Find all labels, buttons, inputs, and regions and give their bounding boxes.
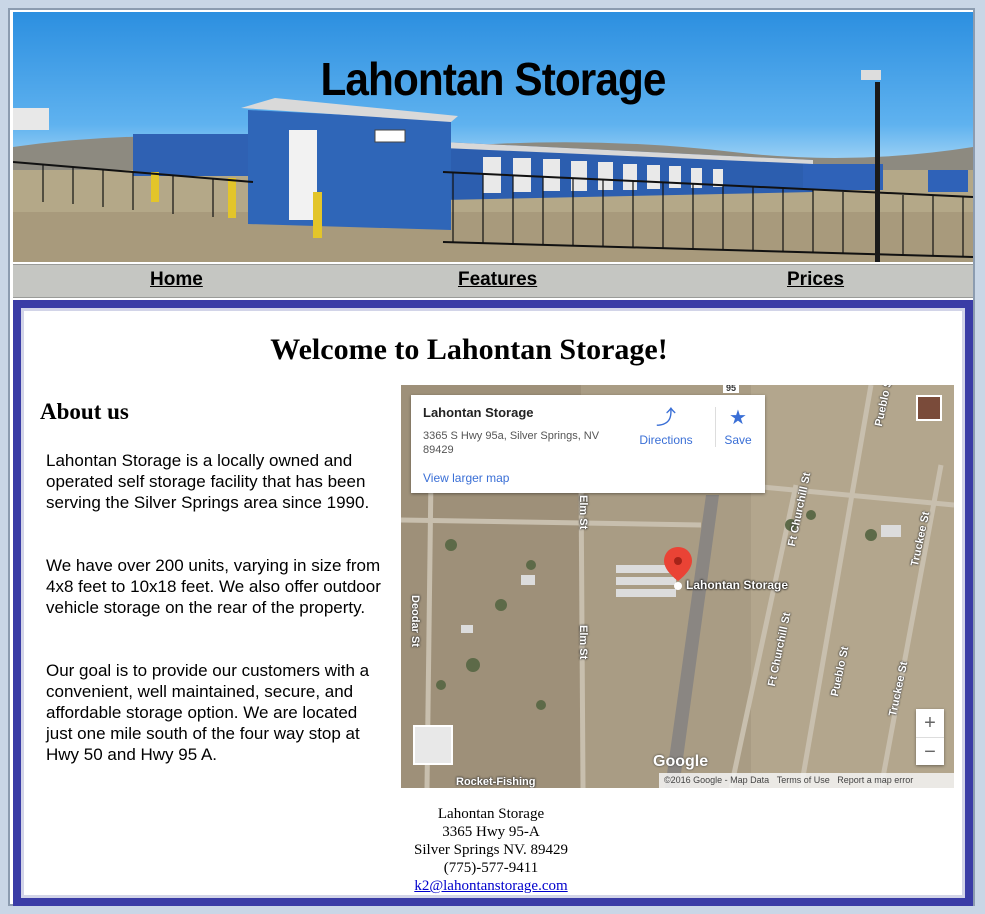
- map-place-title: Lahontan Storage: [423, 405, 534, 420]
- zoom-out-button[interactable]: −: [916, 737, 944, 766]
- map-pin-label[interactable]: Lahontan Storage: [686, 578, 788, 592]
- embedded-map[interactable]: Lahontan Storage 3365 S Hwy 95a, Silver …: [401, 385, 954, 788]
- map-footer: ©2016 Google - Map Data Terms of Use Rep…: [659, 773, 954, 788]
- photo-thumbnail[interactable]: [916, 395, 942, 421]
- contact-email-link[interactable]: k2@lahontanstorage.com: [414, 878, 567, 894]
- about-paragraph-3: Our goal is to provide our customers wit…: [46, 661, 370, 764]
- site-title: Lahontan Storage: [320, 53, 666, 105]
- directions-label: Directions: [639, 433, 693, 447]
- contact-address: Lahontan Storage 3365 Hwy 95-A Silver Sp…: [24, 805, 958, 895]
- nav-prices-link[interactable]: Prices: [787, 269, 844, 291]
- contact-phone: (775)-577-9411: [443, 860, 539, 876]
- street-label: Elm St: [577, 495, 589, 530]
- about-paragraph-1: Lahontan Storage is a locally owned and …: [46, 451, 370, 512]
- welcome-heading: Welcome to Lahontan Storage!: [270, 333, 668, 366]
- contact-name: Lahontan Storage: [437, 806, 545, 822]
- street-view-pegman-icon[interactable]: [413, 725, 453, 765]
- map-copyright: ©2016 Google - Map Data: [664, 775, 770, 785]
- nav-features-link[interactable]: Features: [458, 269, 537, 291]
- map-place-address: 3365 S Hwy 95a, Silver Springs, NV 89429: [423, 430, 600, 456]
- view-larger-map-link[interactable]: View larger map: [423, 471, 509, 485]
- zoom-control: + −: [916, 709, 944, 765]
- map-info-card: Lahontan Storage 3365 S Hwy 95a, Silver …: [411, 395, 765, 493]
- save-label: Save: [724, 433, 752, 447]
- content-frame: Welcome to Lahontan Storage! About us La…: [13, 300, 973, 906]
- content-frame-inner: Welcome to Lahontan Storage! About us La…: [21, 308, 965, 898]
- street-label: Elm St: [577, 625, 589, 660]
- contact-street: 3365 Hwy 95-A: [442, 824, 540, 840]
- zoom-in-button[interactable]: +: [916, 709, 944, 737]
- banner-photo: [13, 70, 973, 262]
- save-button[interactable]: ★ Save: [715, 407, 760, 447]
- about-paragraph-2: We have over 200 units, varying in size …: [46, 556, 381, 617]
- map-terms-link[interactable]: Terms of Use: [777, 775, 830, 785]
- main-nav: Home Features Prices: [13, 264, 973, 298]
- street-label: Deodar St: [409, 595, 421, 647]
- main-content: Welcome to Lahontan Storage! About us La…: [24, 311, 962, 895]
- header-banner: Lahontan Storage: [13, 12, 973, 262]
- star-icon: ★: [729, 407, 747, 429]
- street-label: Rocket-Fishing: [456, 776, 536, 788]
- contact-city: Silver Springs NV. 89429: [414, 842, 568, 858]
- google-logo: Google: [653, 753, 709, 770]
- map-report-link[interactable]: Report a map error: [837, 775, 913, 785]
- highway-shield: 95: [723, 385, 740, 393]
- directions-icon: ⤴: [656, 407, 676, 429]
- about-heading: About us: [40, 399, 129, 424]
- directions-button[interactable]: ⤴ Directions: [633, 407, 699, 447]
- nav-home-link[interactable]: Home: [150, 269, 203, 291]
